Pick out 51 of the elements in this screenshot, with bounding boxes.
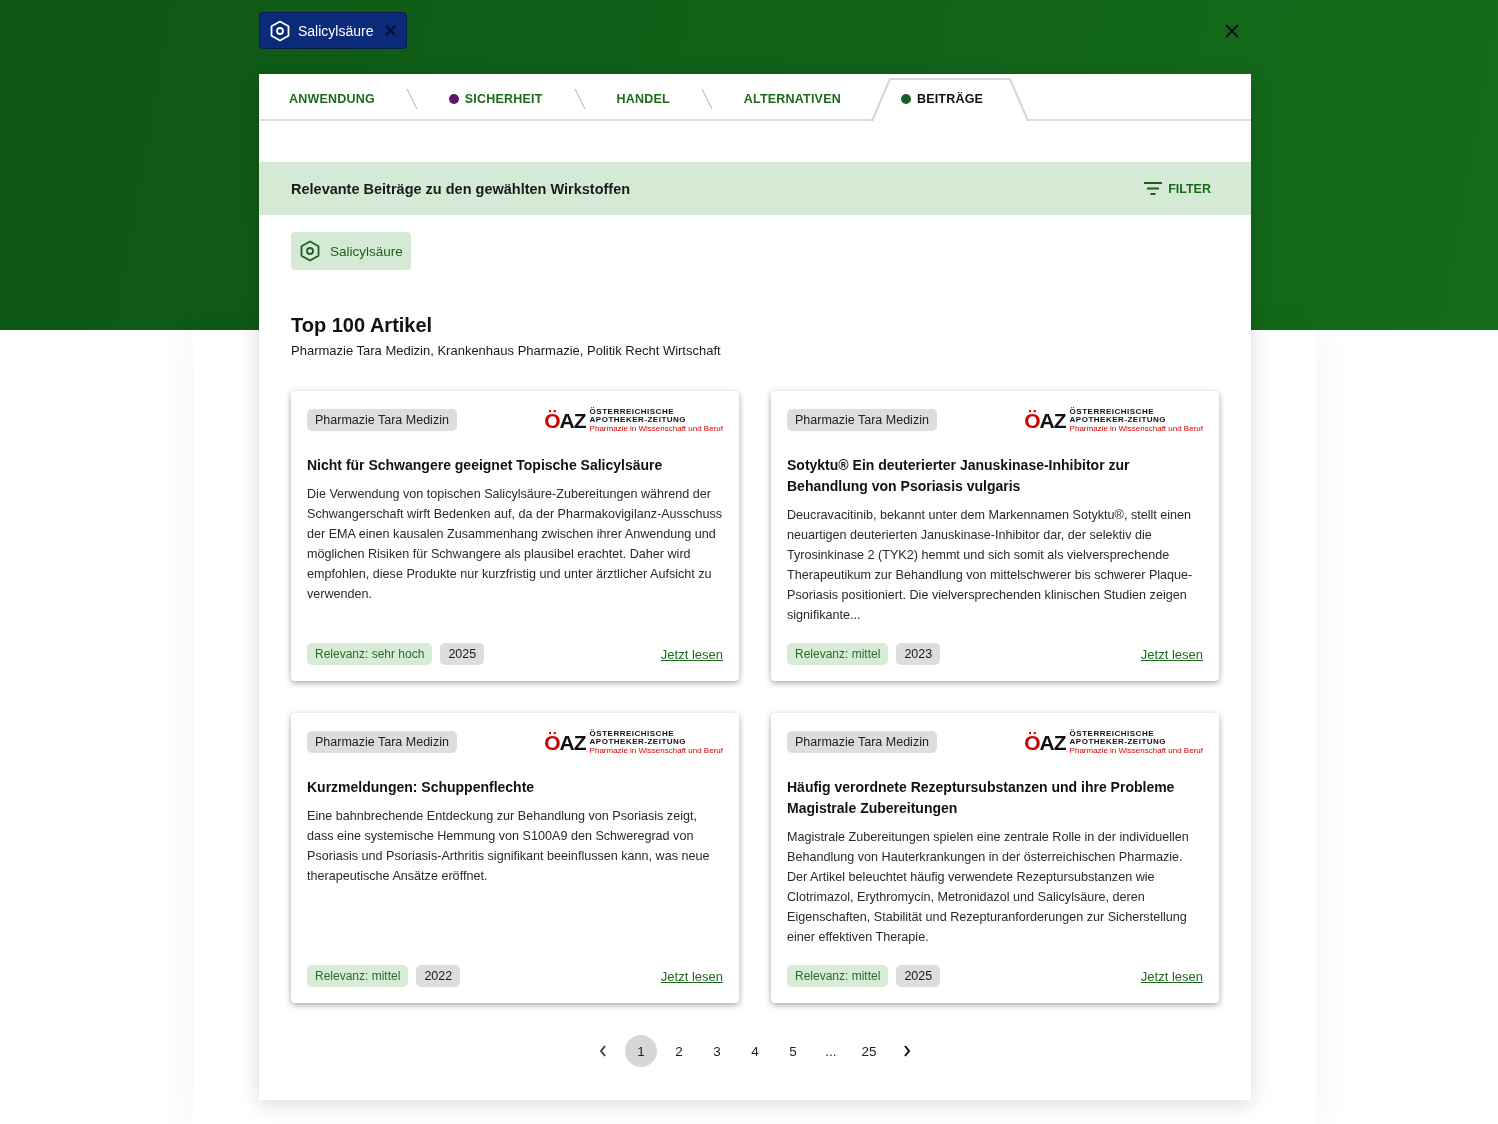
filter-icon (1144, 182, 1163, 195)
page-button[interactable]: 1 (625, 1035, 657, 1067)
relevance-tag: Relevanz: mittel (787, 643, 889, 665)
tab-divider (404, 87, 419, 111)
article-summary: Die Verwendung von topischen Salicylsäure-Zubereitungen während der Schwangerschaft wirft Bedenken auf, da der Pharmakovigilanz-Ausschuss der EMA einen kausalen Zusammenhang zwischen ihrer Anwendung und möglichen Risiken für Schwangere als plausibel erachtet. Daher wird empfohlen, diese Produkte nur kurzfristig und unter ärztlicher Aufsicht zu verwenden. (307, 486, 723, 603)
article-title: Kurzmeldungen: Schuppenflechte (307, 778, 536, 797)
chip-label: Salicylsäure (298, 22, 374, 39)
hexagon-icon (270, 19, 290, 42)
tab[interactable]: SICHERHEIT (418, 76, 573, 121)
page-button[interactable]: 2 (663, 1035, 695, 1067)
tab[interactable]: BEITRÄGE (870, 76, 1030, 121)
section-title: Relevante Beiträge zu den gewählten Wirkstoffen (291, 180, 631, 197)
page-button[interactable]: 4 (739, 1035, 771, 1067)
list-subtitle: Pharmazie Tara Medizin, Krankenhaus Pharmazie, Politik Recht Wirtschaft (291, 343, 722, 358)
read-link[interactable]: Jetzt lesen (1140, 968, 1203, 984)
article-title: Häufig verordnete Rezeptursubstanzen und ihre Probleme Magistrale Zubereitungen (787, 778, 1176, 818)
remove-icon[interactable] (385, 25, 397, 36)
category-tag: Pharmazie Tara Medizin (307, 409, 457, 431)
tab[interactable]: ALTERNATIVEN (713, 76, 871, 121)
article-title: Sotyktu® Ein deuterierter Januskinase-Inhibitor zur Behandlung von Psoriasis vulgaris (787, 456, 1131, 496)
year-tag: 2022 (416, 965, 461, 987)
hexagon-icon (300, 240, 320, 262)
substance-chip[interactable]: Salicylsäure (259, 12, 408, 49)
tab[interactable]: ANWENDUNG (259, 76, 405, 121)
relevance-tag: Relevanz: sehr hoch (307, 643, 433, 665)
category-tag: Pharmazie Tara Medizin (787, 409, 937, 431)
list-heading: Top 100 Artikel (291, 314, 434, 337)
year-tag: 2023 (896, 643, 941, 665)
tab-divider (572, 87, 587, 111)
read-link[interactable]: Jetzt lesen (660, 968, 723, 984)
category-tag: Pharmazie Tara Medizin (307, 731, 457, 753)
article-title: Nicht für Schwangere geeignet Topische Salicylsäure (307, 456, 664, 475)
relevance-tag: Relevanz: mittel (307, 965, 409, 987)
article-summary: Eine bahnbrechende Entdeckung zur Behandlung von Psoriasis zeigt, dass eine systemische Hemmung von S100A9 den Schweregrad von Psoriasis und Psoriasis-Arthritis signifikant beeinflussen kann, was neue therapeutische Ansätze eröffnet. (307, 808, 711, 885)
page-button[interactable]: 3 (701, 1035, 733, 1067)
read-link[interactable]: Jetzt lesen (1140, 646, 1203, 662)
year-tag: 2025 (440, 643, 485, 665)
page-button[interactable]: 25 (853, 1035, 885, 1067)
relevance-tag: Relevanz: mittel (787, 965, 889, 987)
article-summary: Magistrale Zubereitungen spielen eine zentrale Rolle in der individuellen Behandlung von Hauterkrankungen in der österreichischen Pharmazie. Der Artikel beleuchtet häufig verwendete Rezeptursubstanzen wie Clotrimazol, Erythromycin, Metronidazol und Salicylsäure, deren Eigenschaften, Stabilität und Rezepturanforderungen zur Sicherstellung einer effektiven Therapie. (787, 829, 1190, 946)
filter-button[interactable]: FILTER (1144, 181, 1211, 196)
tab[interactable]: HANDEL (586, 76, 700, 121)
read-link[interactable]: Jetzt lesen (660, 646, 723, 662)
category-tag: Pharmazie Tara Medizin (787, 731, 937, 753)
substance-chip[interactable]: Salicylsäure (291, 232, 411, 270)
article-summary: Deucravacitinib, bekannt unter dem Markennamen Sotyktu®, stellt einen neuartigen deuterierten Januskinase-Inhibitor dar, der selektiv die Tyrosinkinase 2 (TYK2) hemmt und sich somit als vielversprechende Therapeutikum zur Behandlung von mittelschwerer bis schwerer Plaque-Psoriasis positioniert. Die vielversprechenden klinischen Studien zeigen signifikante... (787, 507, 1194, 624)
page-button[interactable]: 5 (777, 1035, 809, 1067)
close-icon[interactable] (1225, 23, 1239, 38)
year-tag: 2025 (896, 965, 941, 987)
tab-divider (699, 87, 714, 111)
page-button[interactable]: ... (815, 1035, 847, 1067)
